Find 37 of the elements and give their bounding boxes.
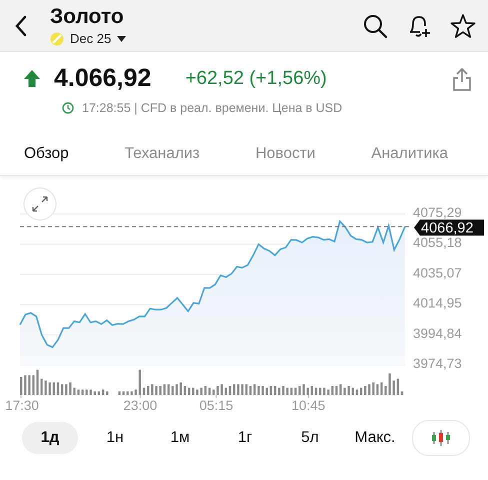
search-icon[interactable] — [362, 12, 388, 38]
coin-icon — [50, 32, 64, 46]
range-button[interactable]: 1м — [152, 422, 208, 454]
x-tick-label: 05:15 — [199, 398, 234, 413]
back-icon[interactable] — [14, 14, 28, 36]
ref-line-label: 4066,92 — [421, 220, 474, 237]
y-axis-label: 4075,29 — [413, 205, 462, 220]
y-axis-label: 3994,84 — [413, 326, 462, 341]
range-button[interactable]: 1г — [217, 422, 273, 454]
range-button[interactable]: Макс. — [347, 422, 403, 454]
clock-icon — [62, 102, 74, 114]
x-tick-label: 23:00 — [123, 398, 158, 413]
y-axis-label: 4035,07 — [413, 265, 462, 280]
range-button[interactable]: 1д — [22, 422, 78, 454]
x-axis-label: 23:00 — [123, 394, 158, 413]
x-axis-label: 17:30 — [5, 394, 39, 413]
candlestick-button[interactable] — [412, 420, 470, 456]
star-icon[interactable] — [450, 12, 476, 38]
range-button[interactable]: 5л — [282, 422, 338, 454]
page-title: Золото — [50, 5, 125, 29]
x-tick-label: 10:45 — [291, 398, 326, 413]
y-axis-label: 3974,73 — [413, 356, 462, 371]
share-icon[interactable] — [452, 66, 472, 90]
expand-icon[interactable] — [24, 188, 56, 220]
candlestick-icon — [431, 430, 451, 446]
x-tick-label: 17:30 — [5, 398, 39, 413]
range-button[interactable]: 1н — [87, 422, 143, 454]
tab[interactable]: Обзор — [24, 145, 69, 163]
caret-icon[interactable] — [117, 36, 126, 42]
timestamp-text: 17:28:55 | CFD в реал. времени. Цена в USD — [82, 101, 342, 115]
contract-label[interactable]: Dec 25 — [70, 31, 112, 46]
x-axis-label: 10:45 — [292, 394, 326, 413]
x-axis-label: 05:15 — [199, 394, 234, 413]
price-value: 4.066,92 — [54, 64, 152, 93]
y-axis-label: 4055,18 — [413, 235, 462, 250]
y-axis-label: 4014,95 — [413, 296, 462, 311]
price-change: +62,52 (+1,56%) — [185, 68, 328, 90]
